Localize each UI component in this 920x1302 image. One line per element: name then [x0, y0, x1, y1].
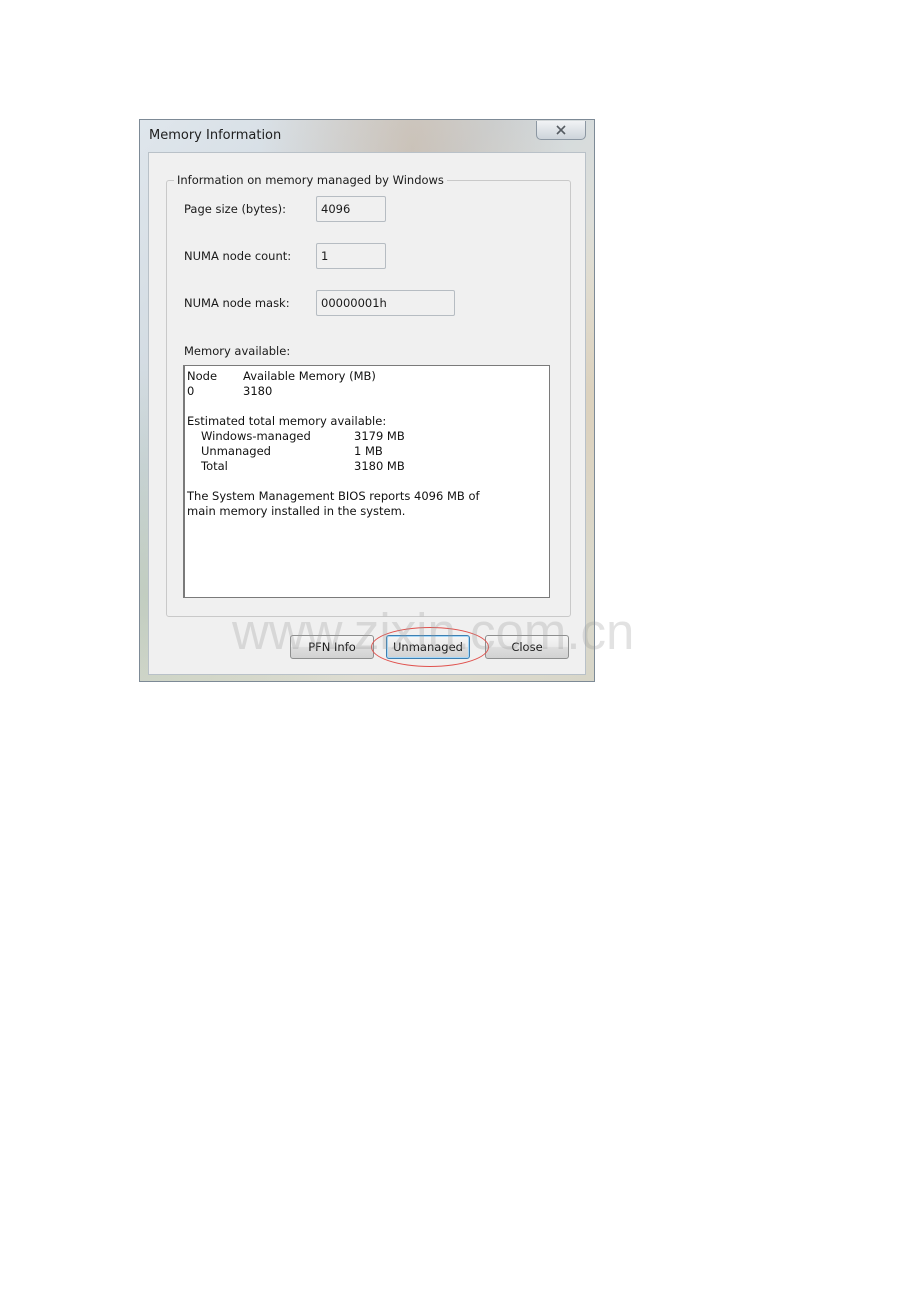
- close-button[interactable]: Close: [485, 635, 569, 659]
- bios-report-line: main memory installed in the system.: [187, 504, 549, 519]
- total-label: Total: [201, 459, 228, 473]
- page-size-field[interactable]: 4096: [316, 196, 386, 222]
- numa-node-mask-label: NUMA node mask:: [184, 296, 290, 310]
- total-value: 3180 MB: [354, 459, 405, 473]
- window-title: Memory Information: [149, 128, 282, 143]
- memory-information-window: Memory Information Information on memory…: [139, 119, 595, 682]
- numa-node-count-label: NUMA node count:: [184, 249, 292, 263]
- total-value: 3179 MB: [354, 429, 405, 443]
- memory-info-groupbox: Information on memory managed by Windows…: [166, 173, 571, 617]
- total-label: Unmanaged: [201, 444, 271, 458]
- title-bar[interactable]: Memory Information: [140, 120, 594, 152]
- memory-available-label: Memory available:: [184, 344, 291, 358]
- memory-available-textbox[interactable]: Node Available Memory (MB) 0 3180 Estima…: [183, 365, 550, 598]
- bios-report-line-1: The System Management BIOS reports 4096 …: [187, 489, 480, 503]
- node-cell: 0: [187, 384, 195, 398]
- unmanaged-button[interactable]: Unmanaged: [386, 635, 470, 659]
- numa-node-count-field[interactable]: 1: [316, 243, 386, 269]
- title-close-button[interactable]: [536, 121, 586, 140]
- total-row-unmanaged: Unmanaged 1 MB: [187, 444, 549, 459]
- pfn-info-button[interactable]: PFN Info: [290, 635, 374, 659]
- close-x-icon: [556, 125, 566, 135]
- bios-report-line-2: main memory installed in the system.: [187, 504, 406, 518]
- memory-table-row: 0 3180: [187, 384, 549, 399]
- estimated-total-title: Estimated total memory available:: [187, 414, 549, 429]
- available-memory-cell: 3180: [243, 384, 273, 398]
- total-label: Windows-managed: [201, 429, 311, 443]
- memory-table-header: Node Available Memory (MB): [187, 369, 549, 384]
- available-memory-column-header: Available Memory (MB): [243, 369, 376, 383]
- total-value: 1 MB: [354, 444, 383, 458]
- estimated-total-title-text: Estimated total memory available:: [187, 414, 387, 428]
- total-row-total: Total 3180 MB: [187, 459, 549, 474]
- dialog-client-area: Information on memory managed by Windows…: [148, 152, 586, 675]
- node-column-header: Node: [187, 369, 218, 383]
- groupbox-legend: Information on memory managed by Windows: [174, 173, 447, 187]
- page-size-label: Page size (bytes):: [184, 202, 286, 216]
- total-row-windows-managed: Windows-managed 3179 MB: [187, 429, 549, 444]
- bios-report-line: The System Management BIOS reports 4096 …: [187, 489, 549, 504]
- numa-node-mask-field[interactable]: 00000001h: [316, 290, 455, 316]
